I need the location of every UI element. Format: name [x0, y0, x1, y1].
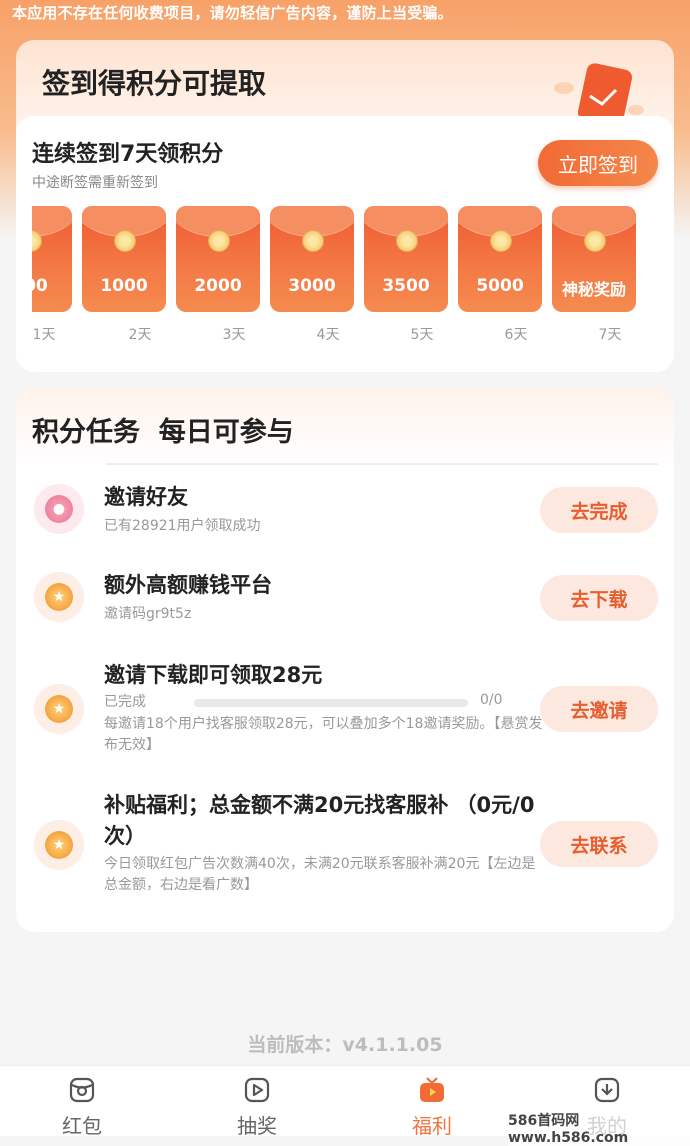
profile-icon — [594, 1077, 620, 1103]
streak-subtitle: 中途断签需重新签到 — [32, 175, 158, 191]
notice-text: 本应用不存在任何收费项目，请勿轻信广告内容，谨防上当受骗。 — [12, 4, 453, 22]
download-button[interactable]: 去下载 — [540, 575, 658, 621]
packet-list: 500 1000 2000 3000 3500 5000 — [32, 206, 658, 316]
contact-button[interactable]: 去联系 — [540, 821, 658, 867]
tab-red-packet[interactable]: 红包 — [22, 1066, 142, 1138]
invite-button[interactable]: 去邀请 — [540, 686, 658, 732]
invite-person-icon: ● — [34, 484, 84, 534]
packet-amount: 3500 — [382, 276, 430, 296]
tv-icon — [420, 1077, 444, 1102]
packet-day-5: 3500 — [364, 206, 448, 312]
task-status: 已完成 — [104, 694, 146, 710]
task-subtitle: 邀请码gr9t5z — [104, 606, 192, 622]
tab-lottery[interactable]: 抽奖 — [197, 1066, 317, 1138]
coin-icon — [490, 230, 512, 252]
packet-day-3: 2000 — [176, 206, 260, 312]
streak-title: 连续签到7天领积分 — [32, 142, 224, 167]
packet-day-label: 1天 — [32, 327, 56, 343]
coin-icon — [396, 230, 418, 252]
packet-day-2: 1000 — [82, 206, 166, 312]
packet-amount: 500 — [32, 276, 48, 296]
packet-amount: 3000 — [288, 276, 336, 296]
watermark-text: 586首码网 www.h586.com — [508, 1110, 690, 1146]
star-coin-icon: ★ — [34, 820, 84, 870]
play-icon — [244, 1077, 270, 1103]
divider — [106, 463, 658, 465]
tasks-title: 积分任务 每日可参与 — [32, 417, 294, 448]
version-text: 当前版本：v4.1.1.05 — [247, 1034, 443, 1056]
packet-day-label: 7天 — [598, 327, 622, 343]
tasks-card: 积分任务 每日可参与 ● 邀请好友 已有28921用户领取成功 去完成 ★ 额外… — [16, 388, 674, 932]
packet-day-label: 4天 — [316, 327, 340, 343]
packet-day-label: 2天 — [128, 327, 152, 343]
checkin-card: 签到得积分可提取 连续签到7天领积分 中途断签需重新签到 立即签到 500 10… — [16, 40, 674, 372]
packet-day-label: 6天 — [504, 327, 528, 343]
packet-day-label: 3天 — [222, 327, 246, 343]
star-coin-icon: ★ — [34, 684, 84, 734]
packet-day-6: 5000 — [458, 206, 542, 312]
packet-amount: 2000 — [194, 276, 242, 296]
task-title: 补贴福利；总金额不满20元找客服补 （0元/0次） — [104, 793, 535, 848]
coin-icon — [114, 230, 136, 252]
task-subtitle: 已有28921用户领取成功 — [104, 518, 261, 534]
star-coin-icon: ★ — [34, 572, 84, 622]
progress-count: 0/0 — [480, 692, 503, 708]
tab-welfare[interactable]: 福利 — [372, 1066, 492, 1138]
checkin-title: 签到得积分可提取 — [42, 67, 267, 100]
checkin-button[interactable]: 立即签到 — [538, 140, 658, 186]
complete-button[interactable]: 去完成 — [540, 487, 658, 533]
packet-amount: 5000 — [476, 276, 524, 296]
packet-amount: 神秘奖励 — [561, 280, 626, 299]
red-packet-icon — [69, 1077, 95, 1103]
progress-bar — [194, 699, 468, 707]
task-subtitle: 今日领取红包广告次数满40次，未满20元联系客服补满20元【左边是总金额，右边是… — [104, 856, 536, 893]
packet-day-4: 3000 — [270, 206, 354, 312]
packet-day-label: 5天 — [410, 327, 434, 343]
packet-day-1: 500 — [32, 206, 72, 312]
coin-icon — [208, 230, 230, 252]
coin-icon — [584, 230, 606, 252]
coin-icon — [302, 230, 324, 252]
task-title: 邀请下载即可领取28元 — [104, 663, 323, 687]
task-title: 邀请好友 — [104, 485, 188, 509]
task-subtitle: 每邀请18个用户找客服领取28元，可以叠加多个18邀请奖励。【悬赏发布无效】 — [104, 716, 543, 753]
streak-panel: 连续签到7天领积分 中途断签需重新签到 立即签到 500 1000 2000 3… — [16, 116, 674, 372]
packet-day-7: 神秘奖励 — [552, 206, 636, 312]
packet-amount: 1000 — [100, 276, 148, 296]
task-title: 额外高额赚钱平台 — [104, 573, 272, 597]
